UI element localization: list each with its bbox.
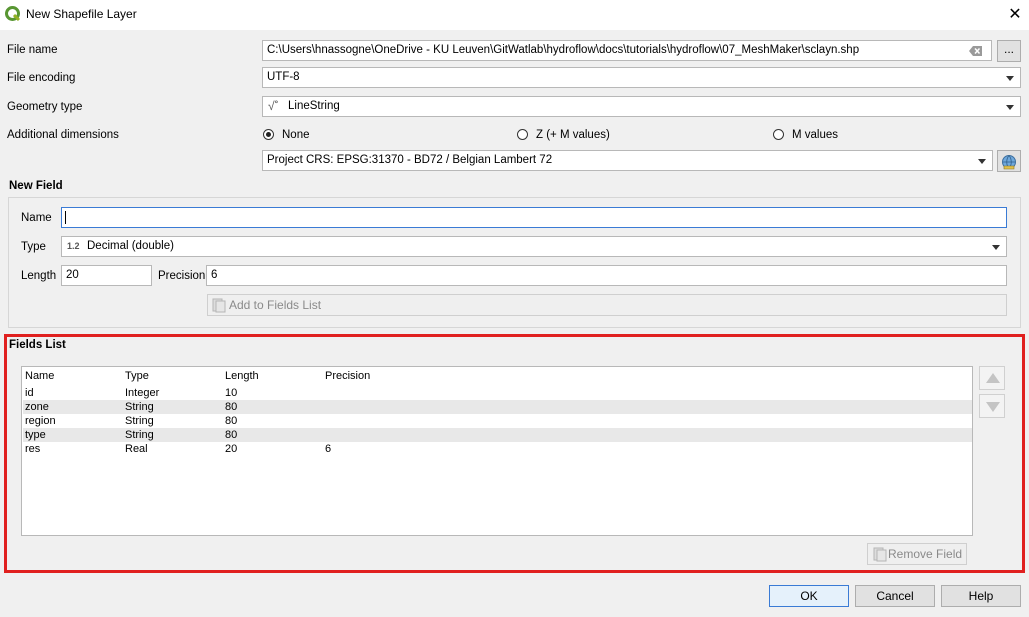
radio-m-values[interactable] (773, 129, 784, 140)
title-bar (0, 0, 1029, 30)
table-row[interactable]: region String 80 (23, 414, 972, 428)
move-up-button[interactable] (979, 366, 1005, 390)
name-label: Name (21, 212, 52, 224)
column-header-name[interactable]: Name (25, 370, 54, 382)
radio-z-m-values[interactable] (517, 129, 528, 140)
radio-m-values-label: M values (792, 129, 839, 141)
file-name-label: File name (7, 44, 58, 56)
remove-field-button[interactable]: Remove Field (867, 543, 967, 565)
geometry-type-select[interactable]: √˚ LineString (262, 96, 1021, 117)
table-row[interactable]: zone String 80 (23, 400, 972, 414)
close-icon: ✕ (1008, 6, 1022, 23)
chevron-down-icon (1006, 105, 1014, 110)
fields-table[interactable]: Name Type Length Precision id Integer 10… (21, 366, 973, 536)
ok-button[interactable]: OK (769, 585, 849, 607)
type-select[interactable]: 1.2 Decimal (double) (61, 236, 1007, 257)
name-input[interactable] (61, 207, 1007, 228)
column-header-length[interactable]: Length (225, 370, 259, 382)
globe-icon (1002, 155, 1016, 170)
chevron-down-icon (978, 159, 986, 164)
fields-list-title: Fields List (9, 339, 66, 351)
type-label: Type (21, 241, 46, 253)
geometry-type-label: Geometry type (7, 101, 83, 113)
crs-select[interactable]: Project CRS: EPSG:31370 - BD72 / Belgian… (262, 150, 993, 171)
file-encoding-select[interactable]: UTF-8 (262, 67, 1021, 88)
column-header-type[interactable]: Type (125, 370, 149, 382)
remove-field-icon (873, 547, 887, 562)
table-row[interactable]: res Real 20 6 (23, 442, 972, 456)
length-input[interactable]: 20 (61, 265, 152, 286)
move-down-button[interactable] (979, 394, 1005, 418)
window-title: New Shapefile Layer (26, 7, 137, 21)
length-label: Length (21, 270, 57, 282)
file-name-input[interactable]: C:\Users\hnassogne\OneDrive - KU Leuven\… (262, 40, 992, 61)
clear-icon[interactable] (969, 45, 983, 57)
arrow-up-icon (986, 373, 1000, 383)
additional-dimensions-label: Additional dimensions (7, 129, 119, 141)
qgis-logo-icon (5, 6, 21, 22)
cancel-button[interactable]: Cancel (855, 585, 935, 607)
linestring-icon: √˚ (268, 99, 279, 113)
crs-selector-button[interactable] (997, 150, 1021, 172)
radio-none-label: None (282, 129, 310, 141)
table-row[interactable]: type String 80 (23, 428, 972, 442)
close-button[interactable]: ✕ (1006, 6, 1024, 24)
new-field-title: New Field (9, 180, 63, 192)
arrow-down-icon (986, 402, 1000, 412)
chevron-down-icon (992, 245, 1000, 250)
chevron-down-icon (1006, 76, 1014, 81)
precision-label: Precision (158, 270, 206, 282)
decimal-type-icon: 1.2 (67, 241, 80, 251)
column-header-precision[interactable]: Precision (325, 370, 370, 382)
add-to-fields-list-button[interactable]: Add to Fields List (207, 294, 1007, 316)
browse-button[interactable]: ... (997, 40, 1021, 62)
file-encoding-label: File encoding (7, 72, 76, 84)
help-button[interactable]: Help (941, 585, 1021, 607)
add-field-icon (212, 298, 226, 313)
table-row[interactable]: id Integer 10 (23, 386, 972, 400)
precision-input[interactable]: 6 (206, 265, 1007, 286)
radio-none[interactable] (263, 129, 274, 140)
radio-z-m-values-label: Z (+ M values) (536, 129, 610, 141)
text-cursor (65, 211, 66, 224)
